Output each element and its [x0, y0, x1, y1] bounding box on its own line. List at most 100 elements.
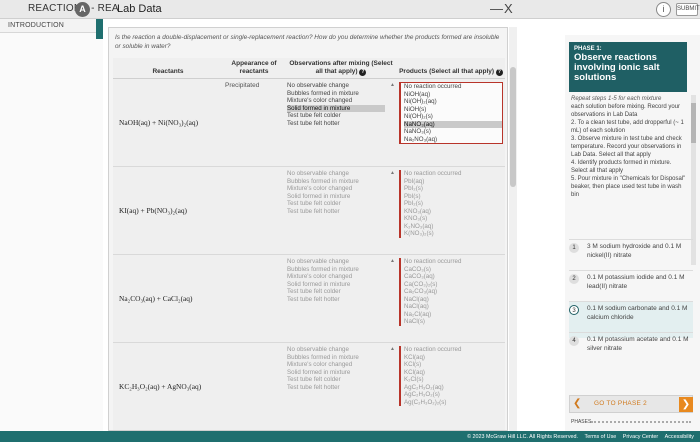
activity-icon[interactable]: A — [75, 2, 90, 17]
option[interactable]: PbI₂(s) — [404, 185, 503, 193]
appearance-cell[interactable] — [223, 166, 285, 255]
appearance-cell[interactable] — [223, 254, 285, 343]
observations-cell: ▲ No observable change Bubbles formed in… — [285, 254, 397, 343]
option[interactable]: Mixture's color changed — [287, 361, 385, 369]
chevron-left-icon[interactable]: ❮ — [573, 398, 581, 409]
privacy-link[interactable]: Privacy Center — [623, 434, 658, 440]
option[interactable]: No reaction occurred — [404, 170, 503, 178]
observations-listbox[interactable]: ▲ No observable change Bubbles formed in… — [287, 346, 395, 391]
tab-introduction[interactable]: INTRODUCTION — [0, 19, 103, 33]
products-listbox[interactable]: No reaction occurred NiOH(aq) Ni(OH)₂(aq… — [399, 82, 503, 144]
observations-listbox[interactable]: ▲ No observable change Bubbles formed in… — [287, 82, 395, 127]
option[interactable]: NaCl(aq) — [404, 296, 503, 304]
option[interactable]: AgC₂H₃O₂(s) — [404, 391, 503, 399]
option[interactable]: Solid formed in mixture — [287, 369, 385, 377]
option[interactable]: No reaction occurred — [404, 346, 503, 354]
option[interactable]: PbI₂(s) — [404, 200, 503, 208]
option[interactable]: Test tube felt colder — [287, 288, 385, 296]
option[interactable]: Mixture's color changed — [287, 273, 385, 281]
option[interactable]: Ca(CO₃)₂(s) — [404, 281, 503, 289]
accessibility-link[interactable]: Accessibility — [665, 434, 694, 440]
option[interactable]: K(NO₃)₂(s) — [404, 230, 503, 238]
option[interactable]: KCl(s) — [404, 361, 503, 369]
scroll-up-icon[interactable]: ▲ — [390, 82, 395, 90]
option[interactable]: PbI(s) — [404, 193, 503, 201]
option[interactable]: KNO₃(aq) — [404, 208, 503, 216]
option[interactable]: Bubbles formed in mixture — [287, 354, 385, 362]
option[interactable]: Solid formed in mixture — [287, 281, 385, 289]
option[interactable]: Test tube felt colder — [287, 112, 385, 120]
help-icon[interactable]: ? — [495, 69, 503, 76]
option[interactable]: KNO₃(s) — [404, 215, 503, 223]
mixture-item-4[interactable]: 4 0.1 M potassium acetate and 0.1 M silv… — [569, 332, 693, 369]
instructions-header: Repeat steps 1-5 for each mixture — [571, 96, 662, 102]
option[interactable]: Mixture's color changed — [287, 185, 385, 193]
scroll-up-icon[interactable]: ▲ — [390, 170, 395, 178]
option[interactable]: No observable change — [287, 258, 385, 266]
option[interactable]: Ca₂CO₃(aq) — [404, 288, 503, 296]
help-icon[interactable]: ? — [359, 69, 367, 76]
option[interactable]: Test tube felt hotter — [287, 384, 385, 392]
option[interactable]: No observable change — [287, 170, 385, 178]
reactants-cell: KI(aq) + Pb(NO₃)₂(aq) — [113, 166, 223, 255]
scroll-up-icon[interactable]: ▲ — [390, 258, 395, 266]
step-number: 1 — [569, 243, 579, 253]
info-icon[interactable]: i — [656, 2, 671, 17]
minimize-icon[interactable]: — — [490, 1, 503, 16]
observations-listbox[interactable]: ▲ No observable change Bubbles formed in… — [287, 170, 395, 215]
option[interactable]: AgC₂H₃O₂(aq) — [404, 384, 503, 392]
products-listbox[interactable]: No reaction occurred KCl(aq) KCl(s) KCl(… — [399, 346, 503, 406]
phase-instructions: Repeat steps 1-5 for each mixture each s… — [571, 95, 689, 199]
products-listbox[interactable]: No reaction occurred PbI(aq) PbI₂(s) PbI… — [399, 170, 503, 238]
option-selected[interactable]: NaNO₃(aq) — [404, 120, 502, 128]
option[interactable]: NaNO₃(s) — [404, 128, 502, 136]
option[interactable]: NiOH(s) — [404, 106, 502, 114]
option[interactable]: No observable change — [287, 346, 385, 354]
option-selected[interactable]: Solid formed in mixture — [287, 104, 385, 112]
products-listbox[interactable]: No reaction occurred CaCO₃(s) CaCO₃(aq) … — [399, 258, 503, 326]
option[interactable]: Bubbles formed in mixture — [287, 90, 385, 98]
option[interactable]: Test tube felt hotter — [287, 296, 385, 304]
option[interactable]: KCl(aq) — [404, 369, 503, 377]
scrollbar-thumb[interactable] — [510, 67, 516, 187]
main-scrollbar[interactable] — [509, 27, 517, 431]
option[interactable]: PbI(aq) — [404, 178, 503, 186]
option[interactable]: KCl(aq) — [404, 354, 503, 362]
go-to-phase-label[interactable]: GO TO PHASE 2 — [594, 400, 647, 407]
option[interactable]: No observable change — [287, 82, 385, 90]
option[interactable]: Test tube felt hotter — [287, 208, 385, 216]
option[interactable]: Bubbles formed in mixture — [287, 266, 385, 274]
chevron-right-icon[interactable]: ❯ — [679, 397, 693, 412]
products-cell: No reaction occurred KCl(aq) KCl(s) KCl(… — [397, 342, 505, 430]
close-icon[interactable]: X — [504, 1, 513, 16]
option[interactable]: NaCl(aq) — [404, 303, 503, 311]
option[interactable]: CaCO₃(s) — [404, 266, 503, 274]
option[interactable]: Ni(OH)₂(aq) — [404, 98, 502, 106]
option[interactable]: Test tube felt colder — [287, 200, 385, 208]
option[interactable]: K₂NO₃(aq) — [404, 223, 503, 231]
option[interactable]: K₂Cl(s) — [404, 376, 503, 384]
scroll-up-icon[interactable]: ▲ — [390, 346, 395, 354]
appearance-cell[interactable]: Precipitated — [223, 78, 285, 167]
option[interactable]: Test tube felt colder — [287, 376, 385, 384]
option[interactable]: Test tube felt hotter — [287, 120, 385, 128]
option[interactable]: No reaction occurred — [404, 83, 502, 91]
option[interactable]: Solid formed in mixture — [287, 193, 385, 201]
submit-button[interactable]: SUBMIT — [676, 3, 700, 16]
option[interactable]: CaCO₃(aq) — [404, 273, 503, 281]
option[interactable]: Mixture's color changed — [287, 97, 385, 105]
option[interactable]: Ag(C₂H₃O₂)₂(s) — [404, 399, 503, 407]
option[interactable]: NaCl(s) — [404, 318, 503, 326]
observations-listbox[interactable]: ▲ No observable change Bubbles formed in… — [287, 258, 395, 303]
option[interactable]: Na₂Cl(aq) — [404, 311, 503, 319]
instruction-step: 5. Pour mixture in "Chemicals for Dispos… — [571, 176, 686, 198]
reactants-cell: KC₂H₃O₂(aq) + AgNO₃(aq) — [113, 342, 223, 430]
terms-link[interactable]: Terms of Use — [585, 434, 617, 440]
option[interactable]: No reaction occurred — [404, 258, 503, 266]
scrollbar-thumb[interactable] — [691, 103, 696, 143]
option[interactable]: Na₂NO₃(aq) — [404, 136, 502, 144]
appearance-cell[interactable] — [223, 342, 285, 430]
option[interactable]: NiOH(aq) — [404, 91, 502, 99]
option[interactable]: Bubbles formed in mixture — [287, 178, 385, 186]
option[interactable]: Ni(OH)₂(s) — [404, 113, 502, 121]
